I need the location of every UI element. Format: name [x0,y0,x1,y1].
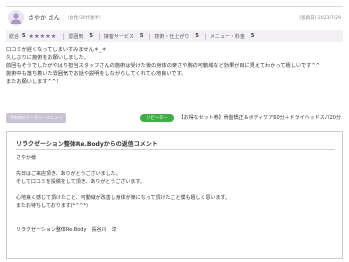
menu-text[interactable]: 【お得なセット券】骨盤矯正＆ボディケア60分＋ドライヘッドスパ20分 [179,114,341,121]
reply-line [16,162,335,170]
reply-line [16,218,335,226]
rating-item-value: 5 [139,33,144,39]
comment-line: 久しぶりに施術をお願いしました。 [6,55,90,61]
review-header: さやか さん （女性/30代後半） [投稿日] 2023/7/29 [6,6,343,28]
comment-line: 口コミが遅くなってしまいすみません＊_＊ [6,47,107,53]
star-rating-icon: ★★★★★ [28,32,57,40]
reply-body: さやか様 先日はご来店頂き、ありがとうございました。 そして口コミを投稿をして頂… [16,154,335,234]
reviewer-name: さやか さん [28,15,60,22]
rating-item-label: 接客サービス [103,33,134,40]
rating-divider [149,32,151,40]
reply-line: またお待ちしております(*^^*) [16,203,88,209]
reply-line: さやか様 [16,155,37,161]
rating-item-value: 5 [89,33,93,39]
reply-line [16,186,335,194]
used-menu-row: 予約時のクーポン・メニュー リピーター 【お得なセット券】骨盤矯正＆ボディケア6… [6,111,343,124]
rating-divider [63,32,65,40]
repeater-badge: リピーター [140,113,174,122]
rating-item-label: 技術・仕上がり [154,33,190,40]
reply-line: 心地良く感じて頂けたこと、可動域が改善し身体が楽になって頂けたこと僕も嬉しく思い… [16,195,231,201]
salon-reply-box: リラクゼーション整体Re.Bodyからの返信コメント さやか様 先日はご来店頂き… [6,131,343,259]
rating-item-value: 5 [250,33,255,39]
rating-divider [204,32,206,40]
reply-signature: リラクゼーション整体Re.Body 長谷川 淳 [16,227,117,233]
comment-line: またお願いします^^！ [6,79,62,85]
reviewer-meta: （女性/30代後半） [64,15,104,21]
rating-divider [98,32,100,40]
rating-item-service: 接客サービス 5 [104,33,147,40]
reply-divider [16,149,335,150]
overall-label: 総合 [9,33,20,40]
rating-item-value: 5 [195,33,199,39]
post-date: [投稿日] 2023/7/29 [299,15,341,21]
rating-item-atmosphere: 雰囲気 5 [68,33,96,40]
review-comment: 口コミが遅くなってしまいすみません＊_＊ 久しぶりに施術をお願いしました。 前回… [6,46,343,86]
rating-item-technique: 技術・仕上がり 5 [154,33,202,40]
reply-line [16,210,335,218]
user-icon [11,12,21,24]
reply-line: そして口コミを投稿をして頂き、ありがとうございます。 [16,179,145,185]
comment-line: 前回もそうでしたがやはり担当スタッフさんの施術は受けた後の身体の楽さや腕の可動域… [6,63,320,69]
coupon-menu-tag: 予約時のクーポン・メニュー [6,112,66,123]
comment-line: 施術中も落ち着いた雰囲気でお話や説明をしながらしてくれて心地良いです。 [6,71,187,77]
rating-item-menu-price: メニュー・料金 5 [210,33,258,40]
reply-line: 先日はご来店頂き、ありがとうございました。 [16,171,121,177]
reply-title: リラクゼーション整体Re.Bodyからの返信コメント [16,141,158,148]
avatar [8,9,24,26]
rating-item-label: メニュー・料金 [209,33,245,40]
overall-value: 5 [22,33,26,39]
rating-item-label: 雰囲気 [68,33,84,40]
ratings-bar: 総合 5 ★★★★★ 雰囲気 5 接客サービス 5 技術・仕上がり 5 メニュー… [6,30,343,42]
